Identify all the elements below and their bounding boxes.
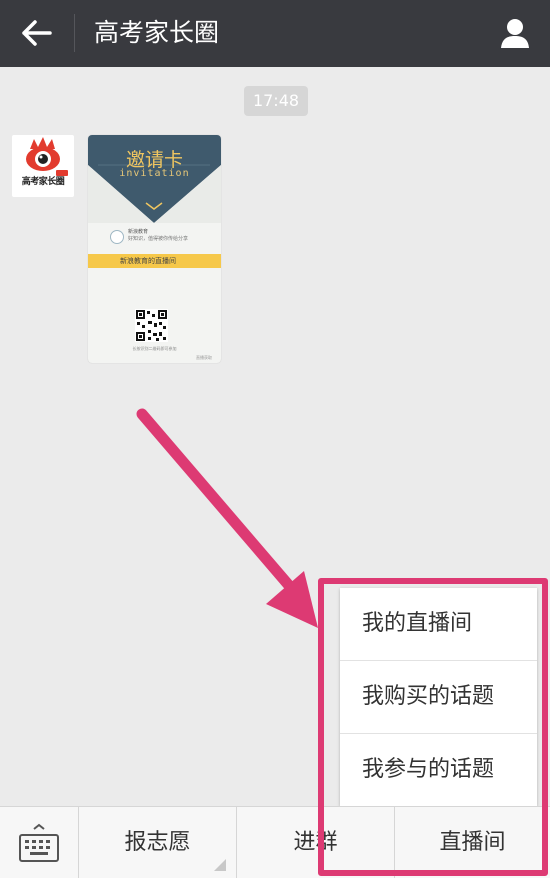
page-title: 高考家长圈 <box>94 18 220 47</box>
highlight-box <box>318 578 548 876</box>
back-button[interactable] <box>14 12 60 54</box>
qr-code-icon <box>135 309 168 342</box>
profile-button[interactable] <box>494 12 536 54</box>
card-subtitle: invitation <box>119 168 190 179</box>
avatar-label: 高考家长圈 <box>21 177 65 187</box>
keyboard-icon <box>19 823 59 862</box>
header-bar: 高考家长圈 <box>0 0 550 67</box>
org-logo-icon <box>110 230 124 244</box>
sender-avatar[interactable]: 高考家长圈 <box>12 135 74 197</box>
submenu-indicator-icon <box>214 859 226 871</box>
weibo-eye-logo-icon <box>26 137 68 176</box>
card-banner-text: 新浪教育的直播间 <box>120 257 176 265</box>
card-org-desc: 好知识，值得被你传给分享 <box>128 236 189 242</box>
invitation-card-message[interactable]: 邀请卡 invitation 新浪教育 好知识，值得被你传给分享 新浪教育的直播… <box>88 135 221 363</box>
keyboard-toggle-button[interactable] <box>0 807 78 878</box>
message-timestamp: 17:48 <box>244 86 308 116</box>
qr-caption: 长按识别二维码即可参加 <box>132 346 177 351</box>
person-icon <box>501 19 529 48</box>
tab-apply-volunteer[interactable]: 报志愿 <box>79 807 236 878</box>
header-divider <box>74 14 75 52</box>
back-arrow-icon <box>22 20 52 46</box>
card-org-name: 新浪教育 <box>128 229 149 235</box>
card-footer: 直播获取 <box>196 355 212 360</box>
